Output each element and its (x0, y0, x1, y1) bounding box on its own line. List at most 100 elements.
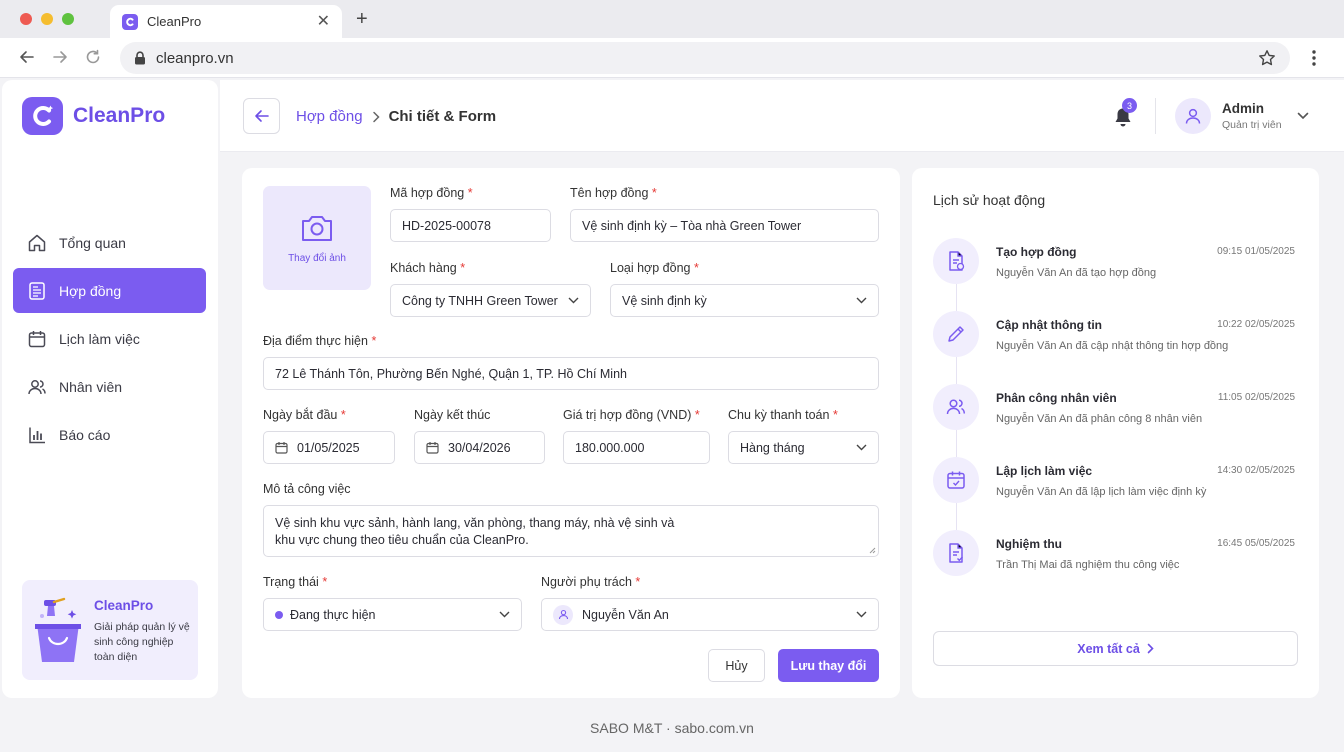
chevron-right-icon (1147, 643, 1154, 654)
browser-tab-title: CleanPro (147, 14, 202, 29)
activity-time: 14:30 02/05/2025 (1217, 465, 1295, 476)
contract-code-input[interactable]: HD-2025-00078 (390, 209, 551, 242)
promo-card: CleanPro Giải pháp quản lý vệ sinh công … (22, 580, 198, 680)
sidebar-item-schedule[interactable]: Lịch làm việc (13, 316, 206, 361)
view-all-button[interactable]: Xem tất cả (933, 631, 1298, 666)
user-avatar[interactable] (1175, 98, 1211, 134)
contract-type-label: Loại hợp đồng * (610, 261, 699, 275)
user-name[interactable]: Admin (1222, 101, 1264, 116)
sidebar-item-overview[interactable]: Tổng quan (13, 220, 206, 265)
activity-item: Phân công nhân viên Nguyễn Văn An đã phâ… (933, 384, 1303, 432)
end-date-input[interactable]: 30/04/2026 (414, 431, 545, 464)
document-plus-icon (933, 238, 979, 284)
owner-label: Người phụ trách * (541, 575, 641, 589)
activity-time: 16:45 05/05/2025 (1217, 538, 1295, 549)
sidebar-item-contracts[interactable]: Hợp đồng (13, 268, 206, 313)
activity-time: 10:22 02/05/2025 (1217, 319, 1295, 330)
sidebar-item-label: Nhân viên (59, 378, 123, 395)
change-photo-button[interactable]: Thay đổi ảnh (263, 186, 371, 290)
contract-type-select[interactable]: Vệ sinh định kỳ (610, 284, 879, 317)
back-arrow-icon[interactable] (18, 48, 36, 66)
customer-select[interactable]: Công ty TNHH Green Tower (390, 284, 591, 317)
arrow-left-icon (254, 108, 270, 124)
activity-item: Tạo hợp đồng Nguyễn Văn An đã tạo hợp đồ… (933, 238, 1303, 286)
activity-title-text: Lập lịch làm việc (996, 464, 1093, 478)
status-select[interactable]: Đang thực hiện (263, 598, 522, 631)
sidebar-item-employees[interactable]: Nhân viên (13, 364, 206, 409)
activity-description: Nguyễn Văn An đã phân công 8 nhân viên (996, 413, 1203, 425)
lock-icon (134, 51, 146, 65)
description-line: Vệ sinh khu vực sảnh, hành lang, văn phò… (275, 516, 675, 530)
reload-icon[interactable] (84, 48, 102, 66)
browser-tab[interactable]: CleanPro ✕ (110, 5, 342, 38)
activity-item: Nghiệm thu Trần Thị Mai đã nghiệm thu cô… (933, 530, 1303, 578)
forward-arrow-icon[interactable] (51, 48, 69, 66)
contract-name-label: Tên hợp đồng * (570, 186, 657, 200)
sidebar-item-reports[interactable]: Báo cáo (13, 412, 206, 457)
contract-value-input[interactable]: 180.000.000 (563, 431, 710, 464)
activity-item: Cập nhật thông tin Nguyễn Văn An đã cập … (933, 311, 1303, 359)
activity-title-text: Phân công nhân viên (996, 391, 1117, 405)
bar-chart-icon (26, 425, 48, 445)
chevron-down-icon[interactable] (1297, 112, 1309, 120)
activity-description: Nguyễn Văn An đã cập nhật thông tin hợp … (996, 340, 1229, 352)
chevron-down-icon (499, 611, 510, 618)
cancel-button[interactable]: Hủy (708, 649, 765, 682)
sidebar: CleanPro Tổng quan Hợp đồng Lịch làm việ… (2, 80, 218, 698)
owner-select[interactable]: Nguyễn Văn An (541, 598, 879, 631)
back-button[interactable] (243, 98, 280, 134)
activity-title-text: Nghiệm thu (996, 537, 1062, 551)
status-label: Trạng thái * (263, 575, 328, 589)
sidebar-item-label: Báo cáo (59, 426, 111, 443)
browser-menu-icon[interactable] (1312, 49, 1316, 67)
cleanpro-logo-icon (22, 97, 63, 135)
document-check-icon (933, 530, 979, 576)
maximize-window-button[interactable] (62, 13, 74, 25)
calendar-icon (933, 457, 979, 503)
activity-description: Nguyễn Văn An đã tạo hợp đồng (996, 267, 1157, 279)
close-tab-icon[interactable]: ✕ (317, 13, 330, 30)
browser-tab-bar: CleanPro ✕ + (0, 0, 1344, 38)
promo-title: CleanPro (94, 598, 154, 613)
start-date-input[interactable]: 01/05/2025 (263, 431, 395, 464)
resize-handle-icon[interactable] (869, 547, 876, 554)
chevron-right-icon (372, 111, 380, 123)
page-header: Hợp đồng Chi tiết & Form 3 Admin Quản tr… (220, 80, 1344, 152)
promo-description: Giải pháp quản lý vệ sinh công nghiệp to… (94, 621, 190, 663)
user-icon (553, 604, 573, 625)
save-button[interactable]: Lưu thay đổi (778, 649, 879, 682)
contract-icon (26, 281, 48, 301)
breadcrumb-contracts-link[interactable]: Hợp đồng (296, 108, 363, 125)
payment-cycle-label: Chu kỳ thanh toán * (728, 408, 838, 422)
new-tab-icon[interactable]: + (356, 8, 368, 30)
change-photo-label: Thay đổi ảnh (288, 253, 346, 264)
sidebar-item-label: Hợp đồng (59, 282, 122, 299)
close-window-button[interactable] (20, 13, 32, 25)
location-input[interactable]: 72 Lê Thánh Tôn, Phường Bến Nghé, Quận 1… (263, 357, 879, 390)
camera-icon (299, 212, 335, 244)
activity-title-text: Cập nhật thông tin (996, 318, 1102, 332)
header-divider (1155, 98, 1156, 134)
footer-credit: SABO M&T · sabo.com.vn (590, 720, 754, 736)
pencil-icon (933, 311, 979, 357)
bookmark-star-icon[interactable] (1258, 49, 1276, 67)
url-text: cleanpro.vn (156, 49, 234, 67)
contract-name-input[interactable]: Vệ sinh định kỳ – Tòa nhà Green Tower (570, 209, 879, 242)
contract-code-label: Mã hợp đồng * (390, 186, 473, 200)
activity-time: 09:15 01/05/2025 (1217, 246, 1295, 257)
activity-item: Lập lịch làm việc Nguyễn Văn An đã lập l… (933, 457, 1303, 505)
breadcrumb-current: Chi tiết & Form (388, 108, 497, 125)
app-logo[interactable]: CleanPro (22, 97, 165, 135)
activity-time: 11:05 02/05/2025 (1217, 392, 1295, 403)
contract-value-label: Giá trị hợp đồng (VND) * (563, 408, 700, 422)
url-field[interactable]: cleanpro.vn (120, 42, 1290, 74)
description-label: Mô tả công việc (263, 482, 351, 496)
calendar-icon (275, 441, 288, 454)
payment-cycle-select[interactable]: Hàng tháng (728, 431, 879, 464)
description-textarea[interactable]: Vệ sinh khu vực sảnh, hành lang, văn phò… (263, 505, 879, 557)
sidebar-menu: Tổng quan Hợp đồng Lịch làm việc Nhân vi… (13, 220, 206, 460)
minimize-window-button[interactable] (41, 13, 53, 25)
activity-title: Lịch sử hoạt động (933, 192, 1046, 208)
activity-title-text: Tạo hợp đồng (996, 245, 1077, 259)
home-icon (26, 233, 48, 253)
